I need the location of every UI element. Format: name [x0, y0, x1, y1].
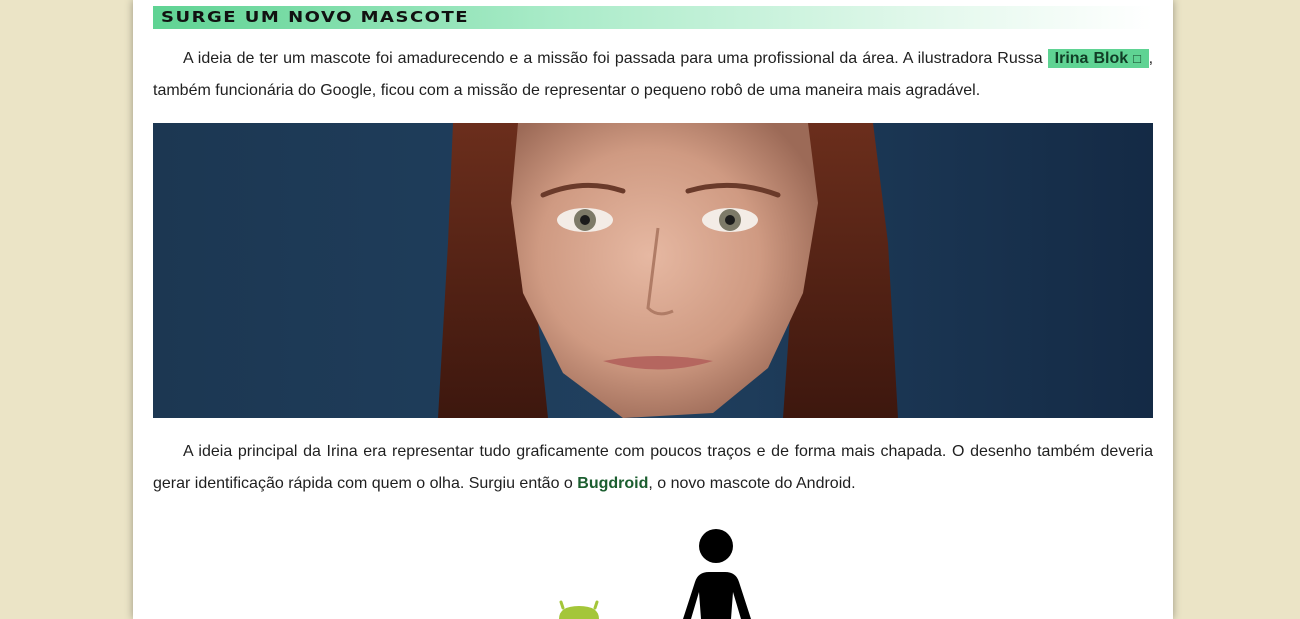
external-link-icon: □	[1133, 51, 1142, 66]
irina-blok-link[interactable]: Irina Blok □	[1047, 49, 1149, 68]
section-heading: Surge um novo mascote	[153, 6, 1153, 29]
article-page: Surge um novo mascote A ideia de ter um …	[133, 0, 1173, 619]
irina-blok-link-label: Irina Blok	[1054, 50, 1129, 67]
paragraph-bugdroid: A ideia principal da Irina era represent…	[153, 436, 1153, 500]
mascot-comparison-figure	[553, 520, 793, 619]
section-heading-text: Surge um novo mascote	[161, 8, 470, 27]
paragraph-text: , o novo mascote do Android.	[648, 475, 856, 492]
irina-blok-photo	[153, 123, 1153, 418]
bugdroid-highlight: Bugdroid	[577, 475, 649, 492]
paragraph-irina-intro: A ideia de ter um mascote foi amadurecen…	[153, 43, 1153, 107]
paragraph-text: A ideia de ter um mascote foi amadurecen…	[183, 50, 1048, 67]
human-figure-icon	[683, 529, 751, 619]
android-robot-icon	[559, 600, 599, 619]
